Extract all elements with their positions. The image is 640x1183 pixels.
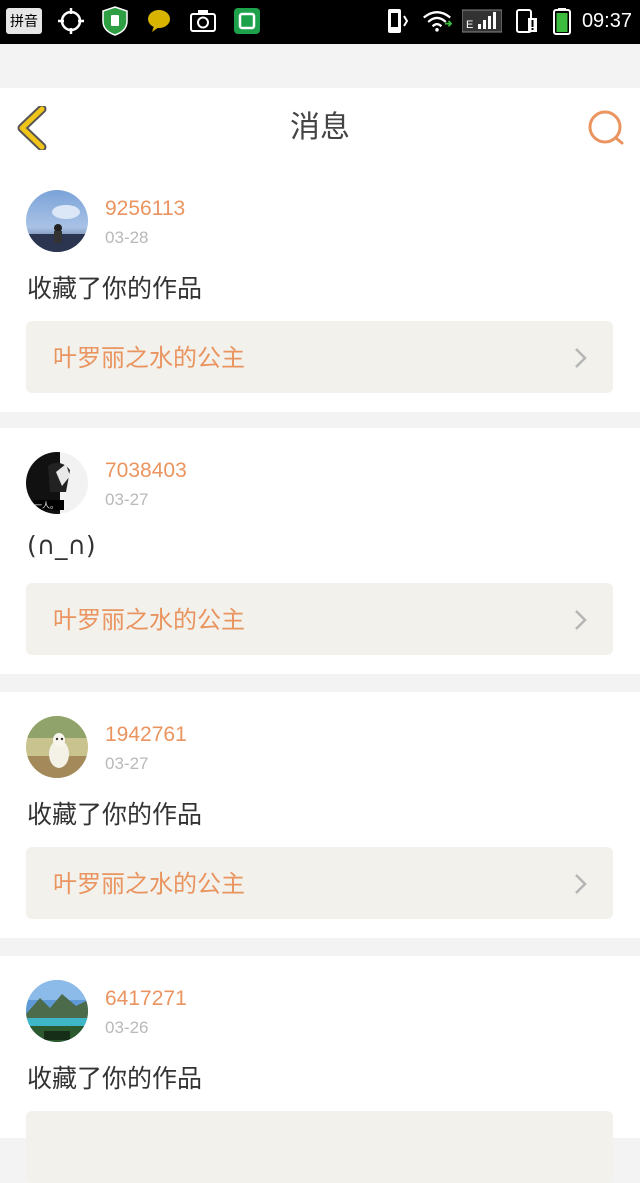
network-type-label: E: [466, 19, 473, 31]
message-card: 9256113 03-28 收藏了你的作品 叶罗丽之水的公主: [0, 166, 640, 412]
search-button[interactable]: [586, 108, 626, 148]
signal-icon: E: [461, 6, 502, 36]
work-link[interactable]: 叶罗丽之水的公主: [26, 583, 613, 655]
message-date: 03-27: [105, 490, 149, 509]
app-icon: [232, 6, 262, 36]
avatar[interactable]: [26, 980, 88, 1042]
message-text: (∩_∩): [27, 531, 96, 560]
status-bar: 拼音 E 09:37: [0, 0, 640, 44]
message-text: 收藏了你的作品: [27, 1064, 203, 1093]
chevron-right-icon: [575, 348, 587, 368]
message-date: 03-26: [105, 1018, 149, 1037]
message-card: 6417271 03-26 收藏了你的作品: [0, 956, 640, 1183]
wifi-icon: [422, 6, 452, 36]
user-id[interactable]: 1942761: [105, 723, 187, 747]
work-title: 叶罗丽之水的公主: [53, 870, 245, 898]
work-link[interactable]: [26, 1111, 613, 1183]
work-title: 叶罗丽之水的公主: [53, 606, 245, 634]
user-id[interactable]: 6417271: [105, 987, 187, 1011]
chevron-right-icon: [575, 874, 587, 894]
top-nav-bar: 消息: [0, 88, 640, 167]
search-icon: [588, 110, 624, 145]
message-card: 一人。 7038403 03-27 (∩_∩) 叶罗丽之水的公主: [0, 428, 640, 674]
ime-indicator: 拼音: [6, 8, 42, 34]
page-title: 消息: [290, 110, 350, 145]
message-text: 收藏了你的作品: [27, 274, 203, 303]
sim-alert-icon: [512, 6, 542, 36]
chat-bubble-icon: [144, 6, 174, 36]
message-card: 1942761 03-27 收藏了你的作品 叶罗丽之水的公主: [0, 692, 640, 938]
work-title: 叶罗丽之水的公主: [53, 344, 245, 372]
work-link[interactable]: 叶罗丽之水的公主: [26, 321, 613, 393]
battery-icon: [552, 6, 572, 36]
message-date: 03-28: [105, 228, 149, 247]
message-date: 03-27: [105, 754, 149, 773]
avatar[interactable]: [26, 190, 88, 252]
vibrate-icon: [382, 6, 412, 36]
svg-text:一人。: 一人。: [34, 501, 58, 510]
work-link[interactable]: 叶罗丽之水的公主: [26, 847, 613, 919]
shield-icon: [100, 6, 130, 36]
message-text: 收藏了你的作品: [27, 800, 203, 829]
location-icon: [56, 6, 86, 36]
avatar[interactable]: 一人。: [26, 452, 88, 514]
avatar[interactable]: [26, 716, 88, 778]
user-id[interactable]: 7038403: [105, 459, 187, 483]
clock: 09:37: [581, 9, 632, 32]
user-id[interactable]: 9256113: [105, 197, 185, 221]
screenshot-icon: [188, 6, 218, 36]
chevron-right-icon: [575, 610, 587, 630]
